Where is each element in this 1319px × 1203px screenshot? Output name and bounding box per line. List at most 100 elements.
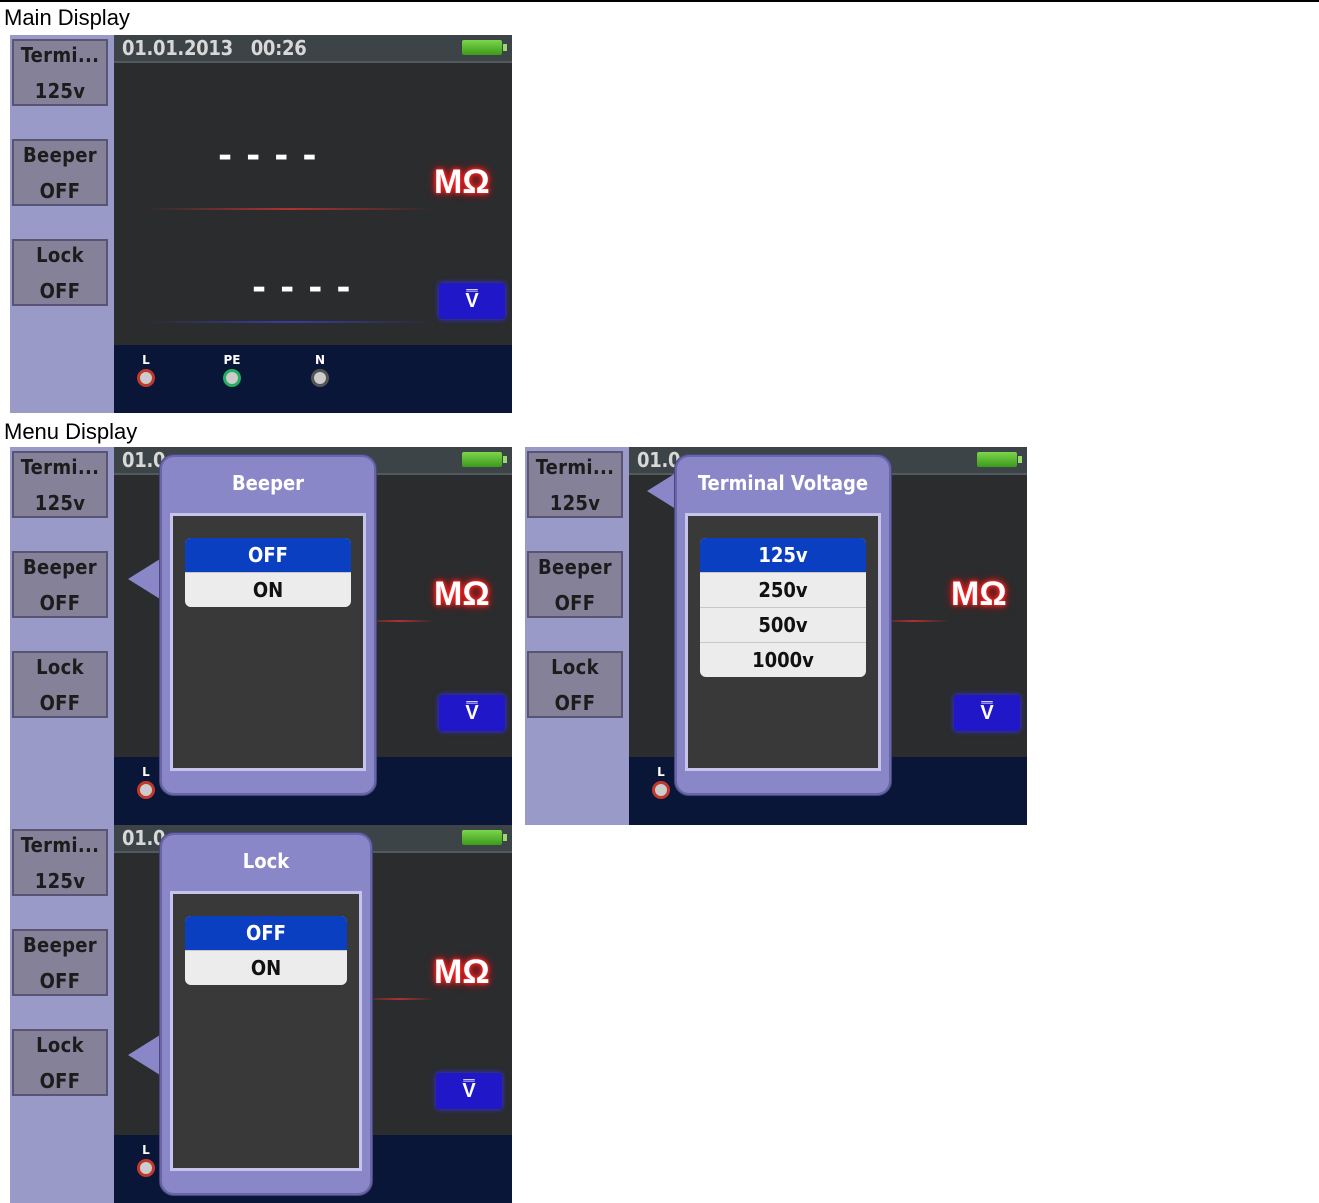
softkey-terminal-voltage[interactable]: Termi... 125v xyxy=(12,451,108,518)
terminal-pe-icon xyxy=(223,369,241,387)
option-list: 125v 250v 500v 1000v xyxy=(700,538,866,677)
softkey-title: Lock xyxy=(551,654,599,679)
popup-pointer xyxy=(128,559,160,599)
upper-divider xyxy=(364,998,434,1000)
main-display-screen: Termi... 125v Beeper OFF Lock OFF 01.01.… xyxy=(10,35,512,413)
softkey-lock[interactable]: Lock OFF xyxy=(12,1029,108,1096)
softkey-title: Termi... xyxy=(535,454,615,479)
unit-megaohm: MΩ xyxy=(951,575,1007,613)
softkey-value: OFF xyxy=(554,690,596,715)
terminal-pe: PE xyxy=(220,353,244,387)
option-list: OFF ON xyxy=(185,916,347,985)
option-on[interactable]: ON xyxy=(185,573,351,607)
softkey-lock[interactable]: Lock OFF xyxy=(527,651,623,718)
softkey-terminal-voltage[interactable]: Termi... 125v xyxy=(527,451,623,518)
softkey-value: OFF xyxy=(39,590,81,615)
softkey-title: Beeper xyxy=(23,142,97,167)
softkey-value: OFF xyxy=(39,1068,81,1093)
softkey-value: OFF xyxy=(39,278,81,303)
terminal-l: L xyxy=(134,765,158,799)
reading-area: ---- MΩ ---- V̿ xyxy=(114,63,512,345)
top-border-line xyxy=(0,0,1319,2)
lock-menu-screen: Termi... 125v Beeper OFF Lock OFF 01.0 M… xyxy=(10,825,512,1203)
datetime-text: 01.0 xyxy=(122,826,166,850)
softkey-sidebar: Termi... 125v Beeper OFF Lock OFF xyxy=(10,35,114,413)
softkey-sidebar: Termi... 125v Beeper OFF Lock OFF xyxy=(10,825,114,1203)
option-125v[interactable]: 125v xyxy=(700,538,866,573)
softkey-title: Lock xyxy=(36,242,84,267)
softkey-value: OFF xyxy=(39,968,81,993)
option-1000v[interactable]: 1000v xyxy=(700,643,866,677)
unit-megaohm: MΩ xyxy=(434,575,490,613)
terminal-l-icon xyxy=(137,781,155,799)
option-250v[interactable]: 250v xyxy=(700,573,866,608)
option-on[interactable]: ON xyxy=(185,951,347,985)
terminal-l: L xyxy=(649,765,673,799)
battery-icon xyxy=(462,830,507,845)
unit-megaohm: MΩ xyxy=(434,953,490,991)
softkey-terminal-voltage[interactable]: Termi... 125v xyxy=(12,829,108,896)
battery-icon xyxy=(977,452,1022,467)
popup-pointer xyxy=(128,1035,160,1075)
softkey-beeper[interactable]: Beeper OFF xyxy=(527,551,623,618)
unit-megaohm: MΩ xyxy=(434,163,490,201)
softkey-value: 125v xyxy=(34,868,86,893)
beeper-menu-screen: Termi... 125v Beeper OFF Lock OFF 01.0 M… xyxy=(10,447,512,825)
lower-reading: ---- xyxy=(252,268,365,308)
popup-title: Terminal Voltage xyxy=(697,471,869,495)
beeper-popup: Beeper OFF ON xyxy=(160,455,376,795)
terminal-l-icon xyxy=(137,369,155,387)
softkey-title: Termi... xyxy=(20,454,100,479)
softkey-title: Beeper xyxy=(23,554,97,579)
terminal-voltage-popup: Terminal Voltage 125v 250v 500v 1000v xyxy=(675,455,891,795)
softkey-title: Termi... xyxy=(20,42,100,67)
datetime-text: 01.0 xyxy=(122,448,166,472)
terminal-l-icon xyxy=(137,1159,155,1177)
softkey-title: Lock xyxy=(36,1032,84,1057)
softkey-value: 125v xyxy=(549,490,601,515)
terminal-indicators: L PE N xyxy=(114,345,512,413)
softkey-value: OFF xyxy=(554,590,596,615)
softkey-sidebar: Termi... 125v Beeper OFF Lock OFF xyxy=(525,447,629,825)
popup-title: Beeper xyxy=(231,471,305,495)
option-off[interactable]: OFF xyxy=(185,538,351,573)
menu-display-label: Menu Display xyxy=(4,419,138,444)
terminal-n-icon xyxy=(311,369,329,387)
status-bar: 01.01.2013 00:26 xyxy=(114,35,512,63)
softkey-beeper[interactable]: Beeper OFF xyxy=(12,139,108,206)
battery-icon xyxy=(462,452,507,467)
terminal-l: L xyxy=(134,353,158,387)
softkey-value: OFF xyxy=(39,690,81,715)
unit-voltage-dc: V̿ xyxy=(436,1073,502,1109)
popup-body: OFF ON xyxy=(170,513,366,771)
option-500v[interactable]: 500v xyxy=(700,608,866,643)
unit-voltage-dc: V̿ xyxy=(954,695,1020,731)
terminal-n: N xyxy=(308,353,332,387)
datetime-text: 01.0 xyxy=(637,448,681,472)
upper-reading: ---- xyxy=(218,136,331,176)
unit-voltage-dc: V̿ xyxy=(439,695,505,731)
option-list: OFF ON xyxy=(185,538,351,607)
softkey-beeper[interactable]: Beeper OFF xyxy=(12,929,108,996)
terminal-l: L xyxy=(134,1143,158,1177)
terminal-l-icon xyxy=(652,781,670,799)
softkey-terminal-voltage[interactable]: Termi... 125v xyxy=(12,39,108,106)
softkey-value: 125v xyxy=(34,78,86,103)
terminal-voltage-menu-screen: Termi... 125v Beeper OFF Lock OFF 01.0 M… xyxy=(525,447,1027,825)
unit-voltage-dc: V̿ xyxy=(439,283,505,319)
softkey-title: Beeper xyxy=(23,932,97,957)
softkey-lock[interactable]: Lock OFF xyxy=(12,239,108,306)
popup-title: Lock xyxy=(242,849,290,873)
softkey-lock[interactable]: Lock OFF xyxy=(12,651,108,718)
lower-divider xyxy=(144,321,434,323)
option-off[interactable]: OFF xyxy=(185,916,347,951)
battery-icon xyxy=(462,40,507,55)
measurement-panel: 01.01.2013 00:26 ---- MΩ ---- V̿ L PE N xyxy=(114,35,512,413)
upper-divider xyxy=(144,208,434,210)
softkey-title: Beeper xyxy=(538,554,612,579)
popup-body: 125v 250v 500v 1000v xyxy=(685,513,881,771)
main-display-label: Main Display xyxy=(4,5,130,30)
softkey-beeper[interactable]: Beeper OFF xyxy=(12,551,108,618)
datetime-text: 01.01.2013 00:26 xyxy=(122,36,307,60)
popup-body: OFF ON xyxy=(170,891,362,1171)
